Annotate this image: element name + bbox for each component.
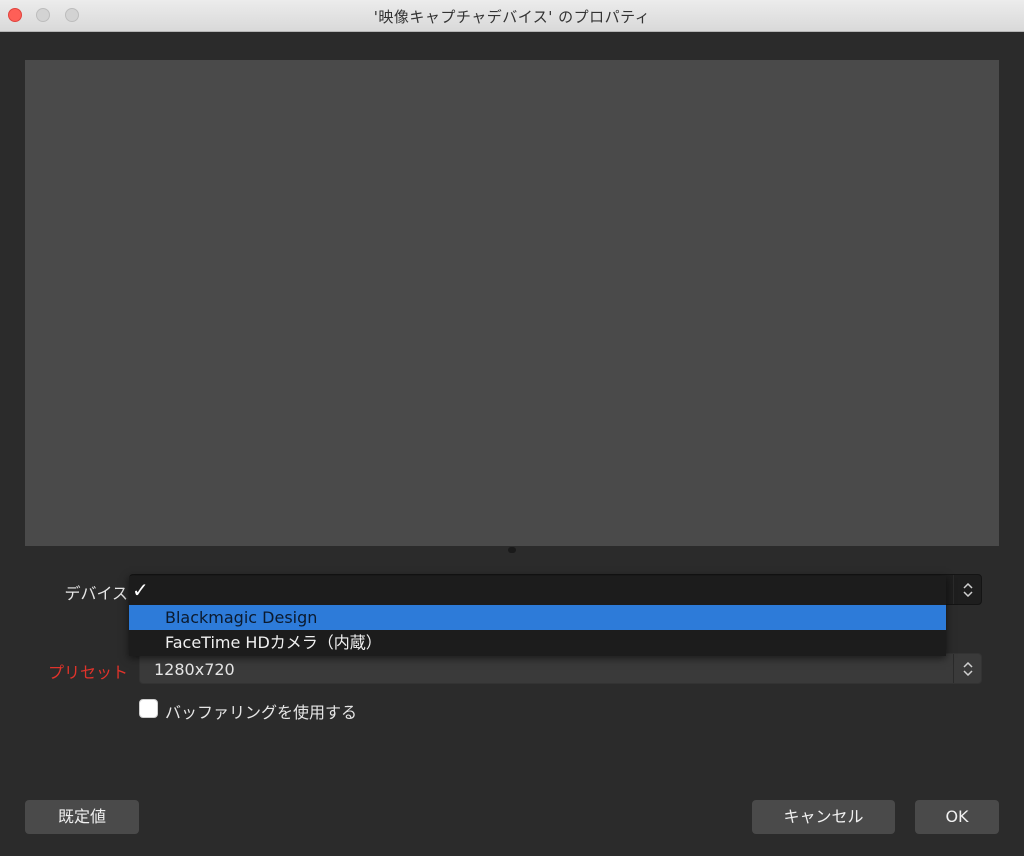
device-select-stepper[interactable] xyxy=(953,575,981,604)
ok-button[interactable]: OK xyxy=(915,800,999,834)
checkmark-icon: ✓ xyxy=(132,578,149,602)
video-preview xyxy=(25,60,999,546)
device-dropdown-menu: ✓ Blackmagic Design FaceTime HDカメラ（内蔵） xyxy=(129,576,946,656)
device-label: デバイス xyxy=(64,584,128,603)
resize-handle[interactable] xyxy=(508,547,516,553)
preset-label: プリセット xyxy=(47,663,128,682)
title-bar: '映像キャプチャデバイス' のプロパティ xyxy=(0,0,1024,32)
cancel-button[interactable]: キャンセル xyxy=(752,800,895,834)
preset-value: 1280x720 xyxy=(154,660,235,679)
window-title: '映像キャプチャデバイス' のプロパティ xyxy=(373,8,651,26)
chevron-updown-icon xyxy=(963,583,973,597)
preset-select[interactable]: 1280x720 xyxy=(139,653,982,684)
buffering-label[interactable]: バッファリングを使用する xyxy=(165,699,357,723)
buffering-checkbox[interactable] xyxy=(139,699,158,718)
preset-select-stepper[interactable] xyxy=(953,654,981,683)
device-option-facetime[interactable]: FaceTime HDカメラ（内蔵） xyxy=(129,630,946,655)
defaults-button[interactable]: 既定値 xyxy=(25,800,139,834)
chevron-updown-icon xyxy=(963,662,973,676)
device-option-blackmagic[interactable]: Blackmagic Design xyxy=(129,605,946,630)
